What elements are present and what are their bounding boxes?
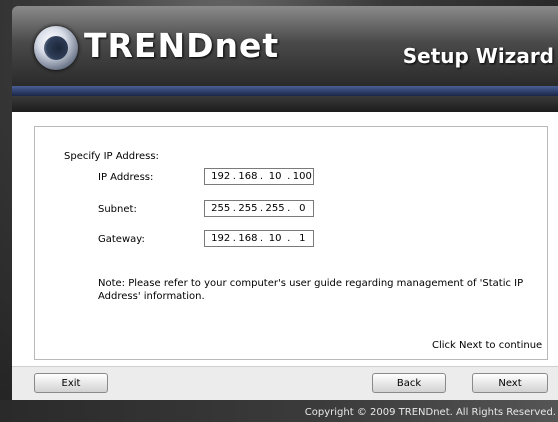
ip-octet-2[interactable]: 168 [237, 171, 258, 182]
header-banner: TRENDnet Setup Wizard [12, 6, 558, 86]
back-button[interactable]: Back [372, 373, 446, 393]
ip-octet-1[interactable]: 192 [210, 171, 231, 182]
gateway-label: Gateway: [98, 234, 145, 245]
exit-button[interactable]: Exit [34, 373, 108, 393]
gateway-octet-3[interactable]: 10 [264, 233, 285, 244]
ip-address-field[interactable]: 192 . 168 . 10 . 100 [204, 168, 314, 185]
subnet-field[interactable]: 255 . 255 . 255 . 0 [204, 200, 314, 217]
gateway-field[interactable]: 192 . 168 . 10 . 1 [204, 230, 314, 247]
gateway-octet-1[interactable]: 192 [210, 233, 231, 244]
header-divider [12, 96, 558, 112]
subnet-label: Subnet: [98, 204, 137, 215]
gateway-octet-2[interactable]: 168 [237, 233, 258, 244]
subnet-octet-4[interactable]: 0 [292, 203, 313, 214]
trendnet-logo-icon [34, 26, 78, 70]
page-title: Setup Wizard [402, 44, 554, 68]
subnet-octet-3[interactable]: 255 [264, 203, 285, 214]
subnet-octet-2[interactable]: 255 [237, 203, 258, 214]
next-button[interactable]: Next [472, 373, 548, 393]
gateway-octet-4[interactable]: 1 [292, 233, 313, 244]
brand-name: TRENDnet [84, 26, 280, 65]
ip-address-label: IP Address: [98, 172, 154, 183]
accent-bar [12, 86, 558, 96]
continue-hint: Click Next to continue [432, 340, 543, 351]
ip-octet-4[interactable]: 100 [292, 171, 313, 182]
subnet-octet-1[interactable]: 255 [210, 203, 231, 214]
ip-octet-3[interactable]: 10 [264, 171, 285, 182]
copyright-text: Copyright © 2009 TRENDnet. All Rights Re… [304, 407, 556, 418]
section-label: Specify IP Address: [64, 151, 159, 162]
static-ip-note: Note: Please refer to your computer's us… [98, 278, 524, 302]
